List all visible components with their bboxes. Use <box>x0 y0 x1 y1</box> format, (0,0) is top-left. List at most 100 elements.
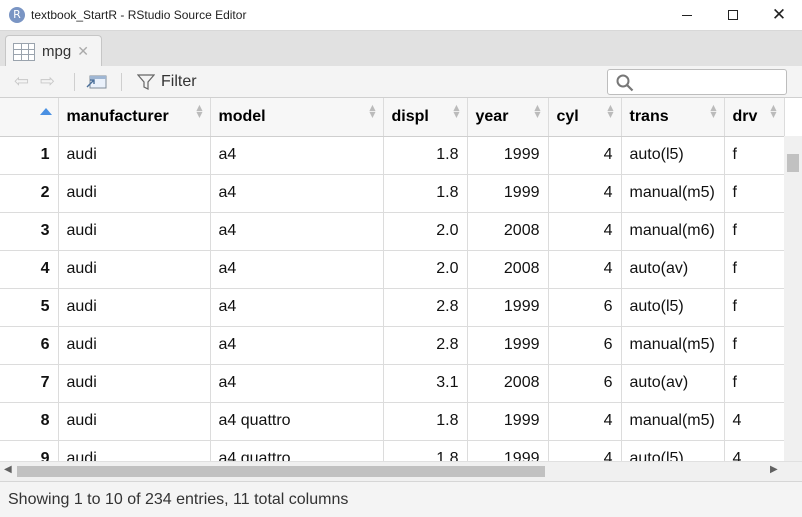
cell-model: a4 quattro <box>210 402 384 441</box>
scroll-right-icon[interactable]: ▶ <box>770 464 778 475</box>
cell-year: 1999 <box>467 402 549 441</box>
tab-mpg[interactable]: mpg ✕ <box>5 35 102 67</box>
cell-cyl: 4 <box>548 212 622 251</box>
cell-manufacturer: audi <box>58 402 211 441</box>
cell-drv: f <box>724 136 785 175</box>
cell-model: a4 <box>210 174 384 213</box>
column-header-year[interactable]: year ▲ ▼ <box>467 98 549 137</box>
cell-cyl: 6 <box>548 288 622 327</box>
horizontal-scroll-thumb[interactable] <box>17 466 545 477</box>
tab-close-icon[interactable]: ✕ <box>77 43 89 60</box>
cell-model: a4 quattro <box>210 440 384 461</box>
row-number-header[interactable] <box>0 98 59 137</box>
scroll-left-icon[interactable]: ◀ <box>4 464 12 475</box>
cell-displ: 1.8 <box>383 440 468 461</box>
entries-status: Showing 1 to 10 of 234 entries, 11 total… <box>8 490 349 508</box>
sort-icon: ▲ ▼ <box>607 103 614 119</box>
column-header-cyl[interactable]: cyl ▲ ▼ <box>548 98 622 137</box>
status-bar: Showing 1 to 10 of 234 entries, 11 total… <box>0 481 802 517</box>
cell-trans: manual(m5) <box>621 174 725 213</box>
row-number: 1 <box>0 136 59 175</box>
maximize-button[interactable] <box>710 0 756 30</box>
popout-icon[interactable] <box>86 74 108 90</box>
cell-manufacturer: audi <box>58 136 211 175</box>
data-grid: manufacturer ▲ ▼ model ▲ ▼ displ ▲ ▼ year ▲ ▼ cy… <box>0 98 802 461</box>
data-table: manufacturer ▲ ▼ model ▲ ▼ displ ▲ ▼ year ▲ ▼ cy… <box>0 98 785 461</box>
cell-displ: 3.1 <box>383 364 468 403</box>
header-row: manufacturer ▲ ▼ model ▲ ▼ displ ▲ ▼ year ▲ ▼ cy… <box>0 98 785 137</box>
cell-displ: 2.0 <box>383 212 468 251</box>
cell-year: 1999 <box>467 174 549 213</box>
table-body: 1 audi a4 1.8 1999 4 auto(l5) f 2 audi a4 1.8 1999 4 m… <box>0 136 785 461</box>
cell-cyl: 6 <box>548 364 622 403</box>
cell-year: 1999 <box>467 440 549 461</box>
cell-trans: manual(m5) <box>621 402 725 441</box>
filter-icon <box>137 74 155 90</box>
table-row: 9 audi a4 quattro 1.8 1999 4 auto(l5) 4 <box>0 440 785 461</box>
cell-trans: auto(l5) <box>621 136 725 175</box>
cell-drv: f <box>724 364 785 403</box>
column-header-label: displ <box>391 107 429 125</box>
cell-displ: 2.8 <box>383 288 468 327</box>
rstudio-app-icon: R <box>9 7 25 23</box>
toolbar-separator <box>74 73 75 91</box>
cell-displ: 1.8 <box>383 136 468 175</box>
minimize-icon <box>682 14 692 16</box>
column-header-trans[interactable]: trans ▲ ▼ <box>621 98 725 137</box>
cell-manufacturer: audi <box>58 364 211 403</box>
cell-trans: auto(l5) <box>621 288 725 327</box>
cell-manufacturer: audi <box>58 288 211 327</box>
cell-model: a4 <box>210 364 384 403</box>
column-header-drv[interactable]: drv ▲ ▼ <box>724 98 785 137</box>
forward-arrow-icon[interactable]: ⇨ <box>40 71 55 92</box>
cell-drv: 4 <box>724 440 785 461</box>
row-number: 4 <box>0 250 59 289</box>
cell-model: a4 <box>210 212 384 251</box>
column-header-label: cyl <box>556 107 579 125</box>
maximize-icon <box>728 10 738 20</box>
toolbar-separator <box>121 73 122 91</box>
column-header-manufacturer[interactable]: manufacturer ▲ ▼ <box>58 98 211 137</box>
horizontal-scrollbar[interactable]: ◀ ▶ <box>0 461 802 481</box>
cell-drv: 4 <box>724 402 785 441</box>
cell-manufacturer: audi <box>58 174 211 213</box>
cell-cyl: 6 <box>548 326 622 365</box>
table-row: 8 audi a4 quattro 1.8 1999 4 manual(m5) 4 <box>0 402 785 441</box>
cell-displ: 2.0 <box>383 250 468 289</box>
cell-drv: f <box>724 174 785 213</box>
sort-icon: ▲ ▼ <box>453 103 460 119</box>
filter-button[interactable]: Filter <box>137 72 197 92</box>
sort-icon: ▲ ▼ <box>534 103 541 119</box>
back-arrow-icon[interactable]: ⇦ <box>14 71 29 92</box>
search-input[interactable] <box>607 69 787 95</box>
column-header-label: model <box>218 107 266 125</box>
sort-icon: ▲ ▼ <box>710 103 717 119</box>
cell-drv: f <box>724 212 785 251</box>
cell-year: 2008 <box>467 250 549 289</box>
column-header-model[interactable]: model ▲ ▼ <box>210 98 384 137</box>
cell-manufacturer: audi <box>58 212 211 251</box>
minimize-button[interactable] <box>664 0 710 30</box>
table-row: 4 audi a4 2.0 2008 4 auto(av) f <box>0 250 785 289</box>
search-icon <box>616 74 634 92</box>
cell-displ: 1.8 <box>383 174 468 213</box>
cell-drv: f <box>724 326 785 365</box>
cell-trans: manual(m6) <box>621 212 725 251</box>
vertical-scroll-thumb[interactable] <box>787 154 799 172</box>
cell-model: a4 <box>210 288 384 327</box>
column-header-label: trans <box>629 107 669 125</box>
table-row: 5 audi a4 2.8 1999 6 auto(l5) f <box>0 288 785 327</box>
cell-cyl: 4 <box>548 250 622 289</box>
sort-icon: ▲ ▼ <box>369 103 376 119</box>
tab-label: mpg <box>42 43 72 60</box>
data-table-icon <box>13 42 35 61</box>
column-header-displ[interactable]: displ ▲ ▼ <box>383 98 468 137</box>
cell-cyl: 4 <box>548 402 622 441</box>
close-icon: ✕ <box>771 4 787 25</box>
cell-model: a4 <box>210 136 384 175</box>
vertical-scrollbar[interactable] <box>784 136 802 461</box>
row-number: 2 <box>0 174 59 213</box>
cell-trans: auto(av) <box>621 250 725 289</box>
cell-model: a4 <box>210 250 384 289</box>
close-window-button[interactable]: ✕ <box>756 0 802 30</box>
